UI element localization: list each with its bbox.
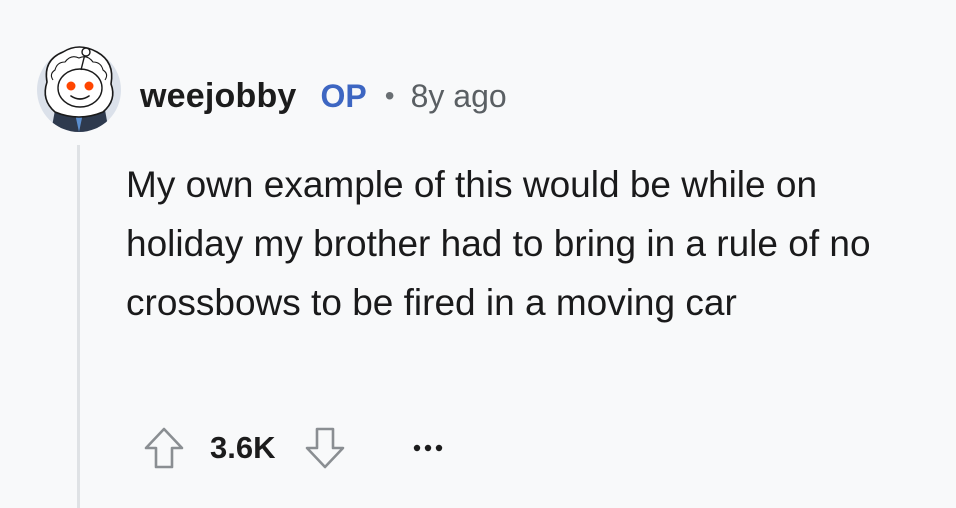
arrow-up-outline-icon	[144, 427, 184, 469]
ellipsis-icon	[414, 444, 443, 452]
comment-timestamp[interactable]: 8y ago	[411, 78, 507, 115]
username-link[interactable]: weejobby	[140, 77, 297, 116]
comment-actions: 3.6K	[138, 420, 443, 476]
comment-meta: weejobby OP • 8y ago	[140, 74, 507, 118]
snoo-avatar-icon	[37, 46, 121, 132]
vote-score: 3.6K	[210, 430, 276, 465]
comment-body: My own example of this would be while on…	[126, 164, 871, 323]
separator-dot: •	[384, 80, 395, 111]
avatar[interactable]	[33, 40, 125, 132]
arrow-down-outline-icon	[306, 427, 345, 469]
comment: weejobby OP • 8y ago My own example of t…	[0, 0, 956, 508]
downvote-button[interactable]	[299, 422, 351, 474]
upvote-button[interactable]	[138, 422, 190, 474]
more-options-button[interactable]	[413, 422, 443, 474]
op-badge: OP	[320, 77, 367, 114]
thread-line[interactable]	[77, 145, 80, 508]
